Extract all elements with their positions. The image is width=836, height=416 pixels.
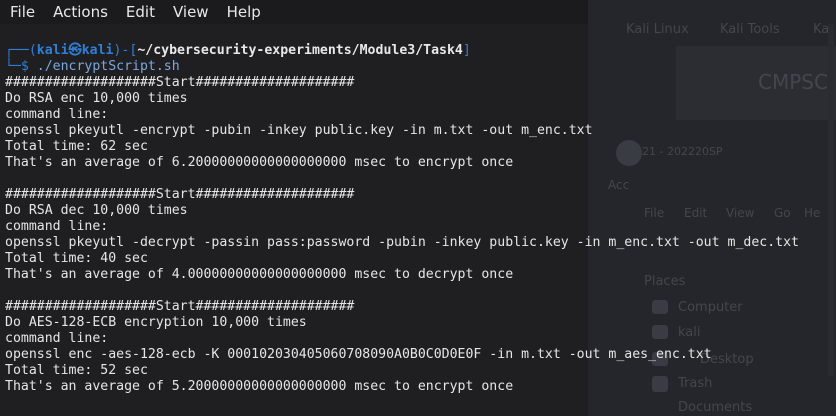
output-line: Total time: 62 sec <box>5 139 148 154</box>
output-line: command line: <box>5 331 109 346</box>
bg-tab-kali-tools: Kali Tools <box>720 22 780 37</box>
output-line: Do RSA dec 10,000 times <box>5 203 188 218</box>
output-line: Total time: 52 sec <box>5 363 148 378</box>
output-line: command line: <box>5 107 109 122</box>
prompt-line-1: ┌──(kali㉿kali)-[~/cybersecurity-experime… <box>5 43 471 59</box>
output-line: Do AES-128-ECB encryption 10,000 times <box>5 315 307 330</box>
terminal-menubar: File Actions Edit View Help <box>0 0 588 24</box>
output-line: Total time: 40 sec <box>5 251 148 266</box>
terminal-output[interactable]: ┌──(kali㉿kali)-[~/cybersecurity-experime… <box>0 40 836 416</box>
output-line: ###################Start################… <box>5 75 355 90</box>
prompt-mid: )-[ <box>113 43 138 58</box>
bg-tab-3: Ka <box>813 22 830 37</box>
output-line: command line: <box>5 219 109 234</box>
prompt-path: ~/cybersecurity-experiments/Module3/Task… <box>137 43 463 58</box>
output-line: openssl pkeyutl -decrypt -passin pass:pa… <box>5 235 799 250</box>
prompt-open: ┌──( <box>5 43 37 58</box>
menu-actions[interactable]: Actions <box>43 3 116 21</box>
output-line: Do RSA enc 10,000 times <box>5 91 188 106</box>
output-line: That's an average of 4.00000000000000000… <box>5 267 514 282</box>
output-line: That's an average of 5.20000000000000000… <box>5 379 514 394</box>
menu-edit[interactable]: Edit <box>116 3 163 21</box>
bg-tab-kali-linux: Kali Linux <box>626 22 689 37</box>
output-line: ###################Start################… <box>5 299 355 314</box>
output-line: ###################Start################… <box>5 187 355 202</box>
prompt-close: ] <box>462 43 471 58</box>
output-line: That's an average of 6.20000000000000000… <box>5 155 514 170</box>
menu-help[interactable]: Help <box>217 3 269 21</box>
prompt-user: kali㉿kali <box>36 43 114 58</box>
prompt-prefix: └─$ <box>5 59 37 74</box>
output-line: openssl enc -aes-128-ecb -K 000102030405… <box>5 347 712 362</box>
prompt-line-2: └─$ ./encryptScript.sh <box>5 59 180 75</box>
output-line: openssl pkeyutl -encrypt -pubin -inkey p… <box>5 123 593 138</box>
menu-view[interactable]: View <box>163 3 217 21</box>
menu-file[interactable]: File <box>0 3 43 21</box>
prompt-command: ./encryptScript.sh <box>36 59 180 74</box>
